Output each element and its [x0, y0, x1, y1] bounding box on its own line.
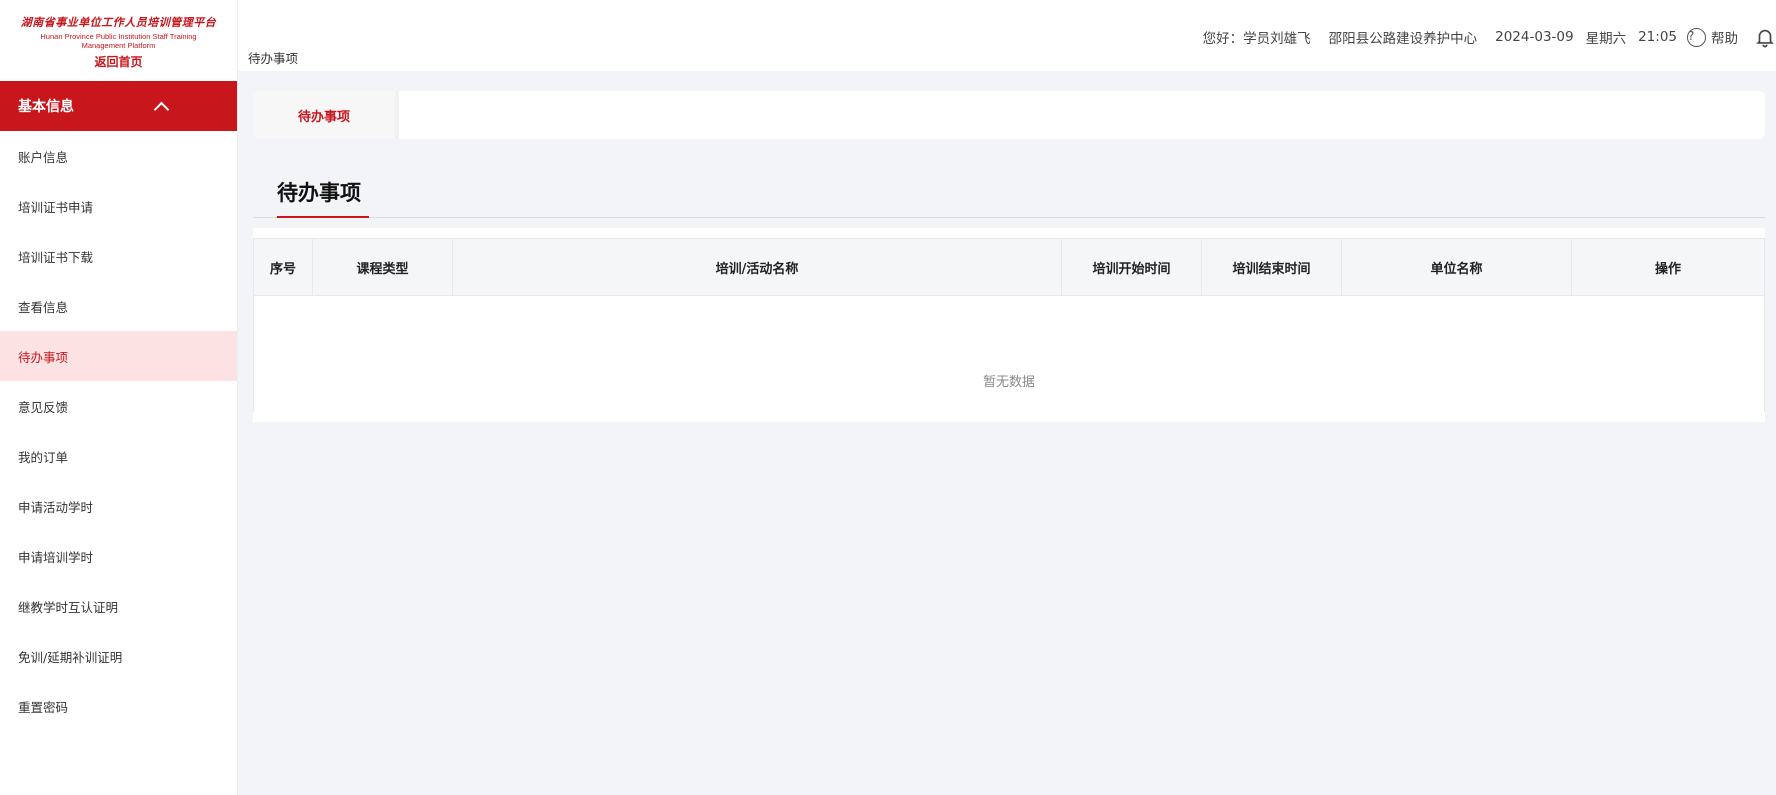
sidebar-item-activity-hours[interactable]: 申请活动学时: [0, 481, 237, 531]
section-header: 待办事项: [253, 160, 1765, 218]
sidebar-item-certificate-apply[interactable]: 培训证书申请: [0, 181, 237, 231]
help-icon[interactable]: ?: [1687, 27, 1706, 47]
logo-title-en: Hunan Province Public Institution Staff …: [40, 31, 197, 50]
table-body: 暂无数据: [254, 296, 1764, 412]
top-bar: 待办事项 您好：学员刘雄飞 邵阳县公路建设养护中心 2024-03-09 星期六…: [238, 0, 1776, 71]
chevron-up-icon: [153, 101, 170, 117]
column-header-start-time: 培训开始时间: [1062, 239, 1202, 295]
breadcrumb: 待办事项: [248, 51, 299, 66]
sidebar-item-todo[interactable]: 待办事项: [0, 331, 237, 381]
sidebar-item-exemption-proof[interactable]: 免训/延期补训证明: [0, 631, 237, 681]
tab-strip: 待办事项: [253, 91, 1765, 139]
bell-icon[interactable]: [1754, 26, 1776, 48]
menu-section-label: 基本信息: [18, 99, 74, 115]
sidebar-item-view-info[interactable]: 查看信息: [0, 281, 237, 331]
sidebar-item-label: 账户信息: [18, 149, 69, 165]
sidebar-item-label: 培训证书下载: [18, 249, 94, 265]
main-content: 待办事项 序号 课程类型 培训/活动名称 培训开始时间 培训结束时间 单位名称 …: [253, 160, 1765, 422]
column-header-course-type: 课程类型: [313, 239, 453, 295]
title-underline: [277, 216, 369, 218]
sidebar-item-training-hours[interactable]: 申请培训学时: [0, 531, 237, 581]
sidebar-item-mutual-recognition[interactable]: 继教学时互认证明: [0, 581, 237, 631]
divider: [253, 228, 1765, 238]
column-header-end-time: 培训结束时间: [1202, 239, 1342, 295]
user-greeting: 您好：学员刘雄飞: [1202, 31, 1311, 47]
sidebar-item-label: 培训证书申请: [18, 199, 94, 215]
user-info-bar: 您好：学员刘雄飞 邵阳县公路建设养护中心 2024-03-09 星期六 21:0…: [1203, 26, 1776, 48]
sidebar: 湖南省事业单位工作人员培训管理平台 Hunan Province Public …: [0, 0, 238, 795]
sidebar-item-certificate-download[interactable]: 培训证书下载: [0, 231, 237, 281]
menu-section-basic-info[interactable]: 基本信息: [0, 81, 237, 131]
table-footer: [253, 412, 1765, 422]
current-date: 2024-03-09: [1495, 29, 1574, 45]
sidebar-item-label: 申请活动学时: [18, 499, 94, 515]
sidebar-item-account[interactable]: 账户信息: [0, 131, 237, 181]
page-title: 待办事项: [277, 181, 361, 205]
sidebar-item-label: 意见反馈: [18, 399, 69, 415]
sidebar-item-label: 待办事项: [18, 349, 69, 365]
help-link[interactable]: 帮助: [1711, 27, 1738, 47]
sidebar-item-label: 查看信息: [18, 299, 69, 315]
user-organization: 邵阳县公路建设养护中心: [1328, 31, 1478, 47]
column-header-unit-name: 单位名称: [1342, 239, 1572, 295]
sidebar-item-label: 继教学时互认证明: [18, 599, 119, 615]
logo: 湖南省事业单位工作人员培训管理平台 Hunan Province Public …: [0, 0, 237, 81]
sidebar-item-orders[interactable]: 我的订单: [0, 431, 237, 481]
tab-todo[interactable]: 待办事项: [253, 91, 399, 139]
sidebar-item-reset-password[interactable]: 重置密码: [0, 681, 237, 731]
sidebar-item-feedback[interactable]: 意见反馈: [0, 381, 237, 431]
sidebar-item-label: 我的订单: [18, 449, 69, 465]
column-header-actions: 操作: [1654, 261, 1681, 277]
sidebar-item-label: 重置密码: [18, 699, 69, 715]
sidebar-item-label: 申请培训学时: [18, 549, 94, 565]
todo-table: 序号 课程类型 培训/活动名称 培训开始时间 培训结束时间 单位名称 操作 暂无…: [253, 238, 1765, 413]
home-link[interactable]: 返回首页: [94, 53, 142, 70]
logo-title-cn: 湖南省事业单位工作人员培训管理平台: [20, 15, 217, 29]
column-header-activity-name: 培训/活动名称: [453, 239, 1062, 295]
sidebar-item-label: 免训/延期补训证明: [18, 649, 123, 665]
column-header-index: 序号: [254, 239, 313, 295]
current-weekday: 星期六: [1585, 31, 1627, 47]
current-time: 21:05: [1638, 29, 1677, 45]
empty-state-text: 暂无数据: [982, 375, 1035, 390]
table-header: 序号 课程类型 培训/活动名称 培训开始时间 培训结束时间 单位名称 操作: [254, 239, 1764, 296]
